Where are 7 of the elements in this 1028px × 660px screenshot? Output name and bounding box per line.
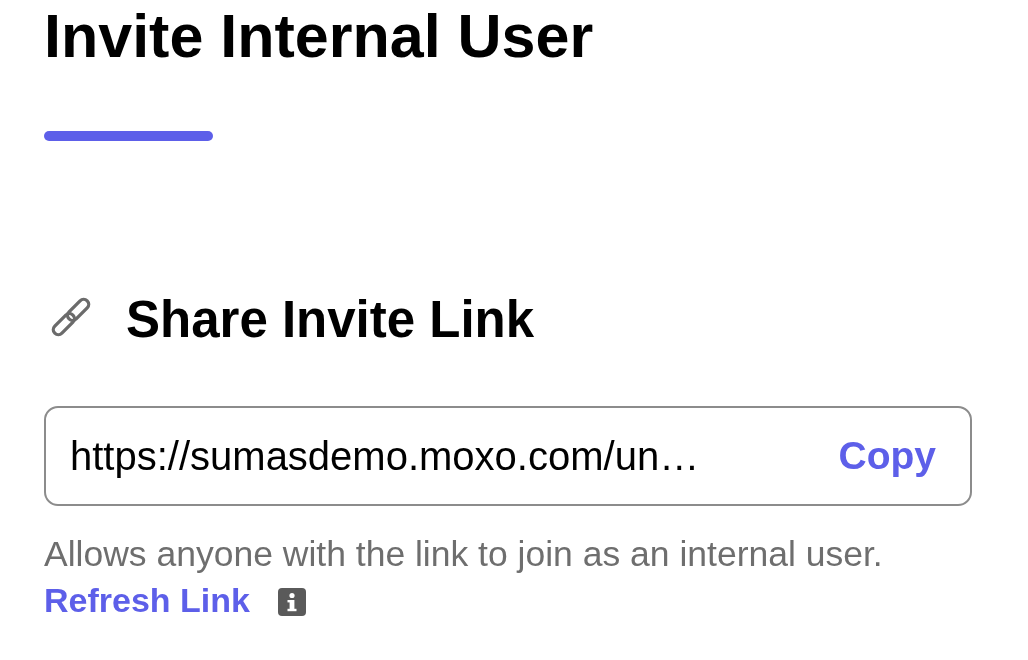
description-text: Allows anyone with the link to join as an internal user. bbox=[44, 533, 883, 576]
section-heading: Share Invite Link bbox=[126, 294, 535, 345]
refresh-link[interactable]: Refresh Link bbox=[44, 577, 250, 623]
copy-button[interactable]: Copy bbox=[838, 434, 936, 478]
info-icon[interactable] bbox=[277, 588, 306, 616]
page-title: Invite Internal User bbox=[44, 6, 594, 67]
link-field[interactable]: https://sumasdemo.moxo.com/un… Copy bbox=[44, 406, 972, 506]
